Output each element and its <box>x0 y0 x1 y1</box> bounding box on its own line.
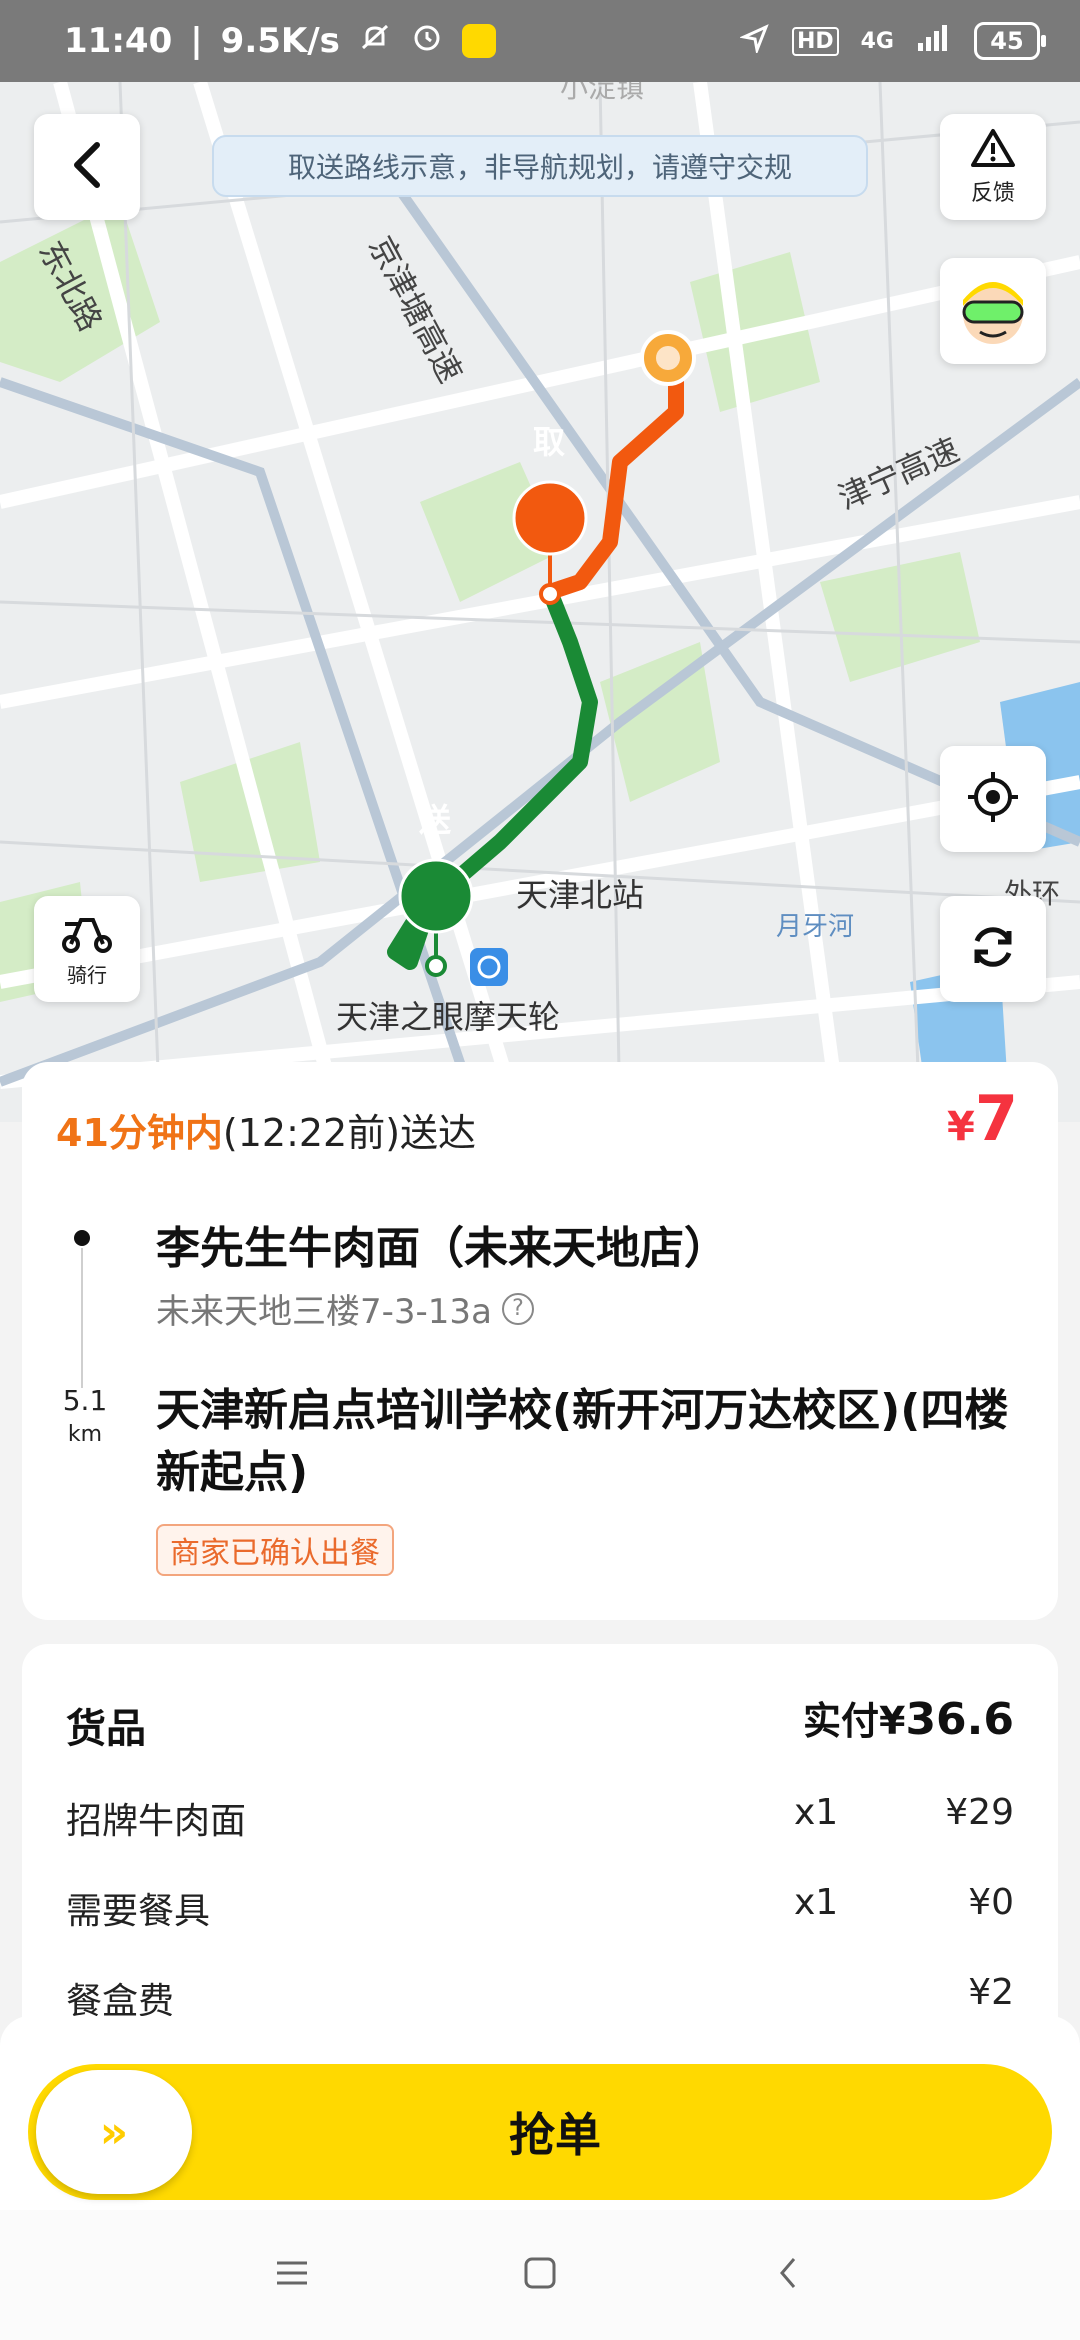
goods-item-qty: x1 <box>794 1792 839 1833</box>
eta-highlight: 41分钟内 <box>56 1111 223 1155</box>
feedback-button[interactable]: 反馈 <box>940 114 1046 220</box>
goods-item-name: 招牌牛肉面 <box>66 1801 247 1842</box>
pickup-dot <box>74 1230 90 1246</box>
order-info-card: 41分钟内(12:22前)送达 ¥7 5.1 km 李先生牛肉面（未来天地店） … <box>22 1062 1058 1620</box>
back-button[interactable] <box>34 114 140 220</box>
price-value: 7 <box>974 1082 1018 1155</box>
menu-nav-button[interactable] <box>268 2251 316 2299</box>
crosshair-icon <box>966 770 1020 828</box>
map-label-yueya-river: 月牙河 <box>776 912 855 942</box>
ride-mode-label: 骑行 <box>67 963 107 987</box>
home-square-icon <box>523 2256 557 2294</box>
distance-unit: km <box>67 1422 103 1447</box>
pickup-address: 未来天地三楼7-3-13a ? <box>156 1284 534 1333</box>
paid-total: 实付¥36.6 <box>803 1690 1014 1745</box>
goods-card: 货品 实付¥36.6 招牌牛肉面 x1 ¥29 需要餐具 x1 ¥0 餐盒费 ¥… <box>22 1644 1058 2064</box>
back-nav-button[interactable] <box>764 2251 812 2299</box>
map-label-ferris-wheel: 天津之眼摩天轮 <box>336 998 561 1036</box>
alarm-icon <box>410 20 444 63</box>
ride-mode-button[interactable]: 骑行 <box>34 896 140 1002</box>
scooter-icon <box>59 910 115 959</box>
slider-knob[interactable]: » <box>36 2070 192 2194</box>
locate-button[interactable] <box>940 746 1046 852</box>
refresh-icon <box>967 921 1019 977</box>
paid-label: 实付¥ <box>802 1699 906 1743</box>
battery-indicator: 45 <box>974 22 1046 60</box>
system-nav-bar <box>0 2210 1080 2340</box>
route-notice-banner: 取送路线示意，非导航规划，请遵守交规 <box>212 135 868 197</box>
location-icon <box>738 23 770 59</box>
home-nav-button[interactable] <box>516 2251 564 2299</box>
app-notification-icon <box>461 24 496 58</box>
assistant-avatar-icon <box>950 266 1036 356</box>
rider-avatar-marker <box>640 330 696 386</box>
paid-amount: 36.6 <box>905 1694 1014 1745</box>
eta-text: 41分钟内(12:22前)送达 <box>56 1102 476 1157</box>
hd-icon: HD <box>791 26 839 56</box>
map-label-station: 天津北站 <box>516 876 645 914</box>
delivery-fee: ¥7 <box>947 1082 1018 1155</box>
goods-item-qty: x1 <box>794 1882 839 1923</box>
dropoff-marker-label: 送 <box>419 801 452 839</box>
status-bar: 11:40 | 9.5K/s HD 4G 45 <box>0 0 1080 82</box>
route-timeline-line <box>81 1248 83 1388</box>
refresh-button[interactable] <box>940 896 1046 1002</box>
mute-icon <box>358 20 392 63</box>
goods-title: 货品 <box>66 1706 146 1752</box>
route-map[interactable]: 取 送 小淀镇 东北路 京津塘高速 津宁高速 天津北站 天津之眼摩天轮 月牙河 … <box>0 82 1080 1122</box>
pickup-store-name: 李先生牛肉面（未来天地店） <box>156 1223 728 1274</box>
goods-row: 需要餐具 x1 ¥0 <box>66 1882 1014 1942</box>
help-icon[interactable]: ? <box>501 1292 534 1325</box>
pickup-marker-label: 取 <box>533 423 566 461</box>
goods-row: 招牌牛肉面 x1 ¥29 <box>66 1792 1014 1852</box>
assistant-avatar-button[interactable] <box>940 258 1046 364</box>
menu-icon <box>275 2259 309 2291</box>
goods-item-name: 需要餐具 <box>66 1891 211 1932</box>
back-chevron-icon <box>776 2255 800 2295</box>
dropoff-name: 天津新启点培训学校(新开河万达校区)(四楼新起点) <box>156 1385 1009 1498</box>
double-chevron-icon: » <box>99 2106 129 2158</box>
pickup-address-text: 未来天地三楼7-3-13a <box>156 1292 492 1332</box>
status-time: 11:40 <box>64 21 173 61</box>
distance: 5.1 km <box>60 1384 110 1452</box>
map-canvas <box>0 82 1080 1122</box>
status-badge: 商家已确认出餐 <box>156 1524 394 1576</box>
goods-item-amount: ¥29 <box>945 1792 1014 1833</box>
signal-icon <box>916 23 952 59</box>
goods-item-amount: ¥0 <box>968 1882 1014 1923</box>
warning-icon <box>969 127 1017 175</box>
action-area: 抢单 » <box>0 2016 1080 2210</box>
grab-order-slider[interactable]: 抢单 » <box>28 2064 1052 2200</box>
price-symbol: ¥ <box>947 1104 975 1150</box>
status-net-speed: 9.5K/s <box>220 21 340 61</box>
back-arrow-icon <box>67 139 107 195</box>
map-label-xiaodian: 小淀镇 <box>560 82 645 104</box>
eta-rest: (12:22前)送达 <box>222 1111 477 1155</box>
goods-item-amount: ¥2 <box>968 1972 1014 2013</box>
feedback-label: 反馈 <box>970 181 1015 206</box>
network-label: 4G <box>860 28 894 54</box>
distance-value: 5.1 <box>62 1384 108 1417</box>
